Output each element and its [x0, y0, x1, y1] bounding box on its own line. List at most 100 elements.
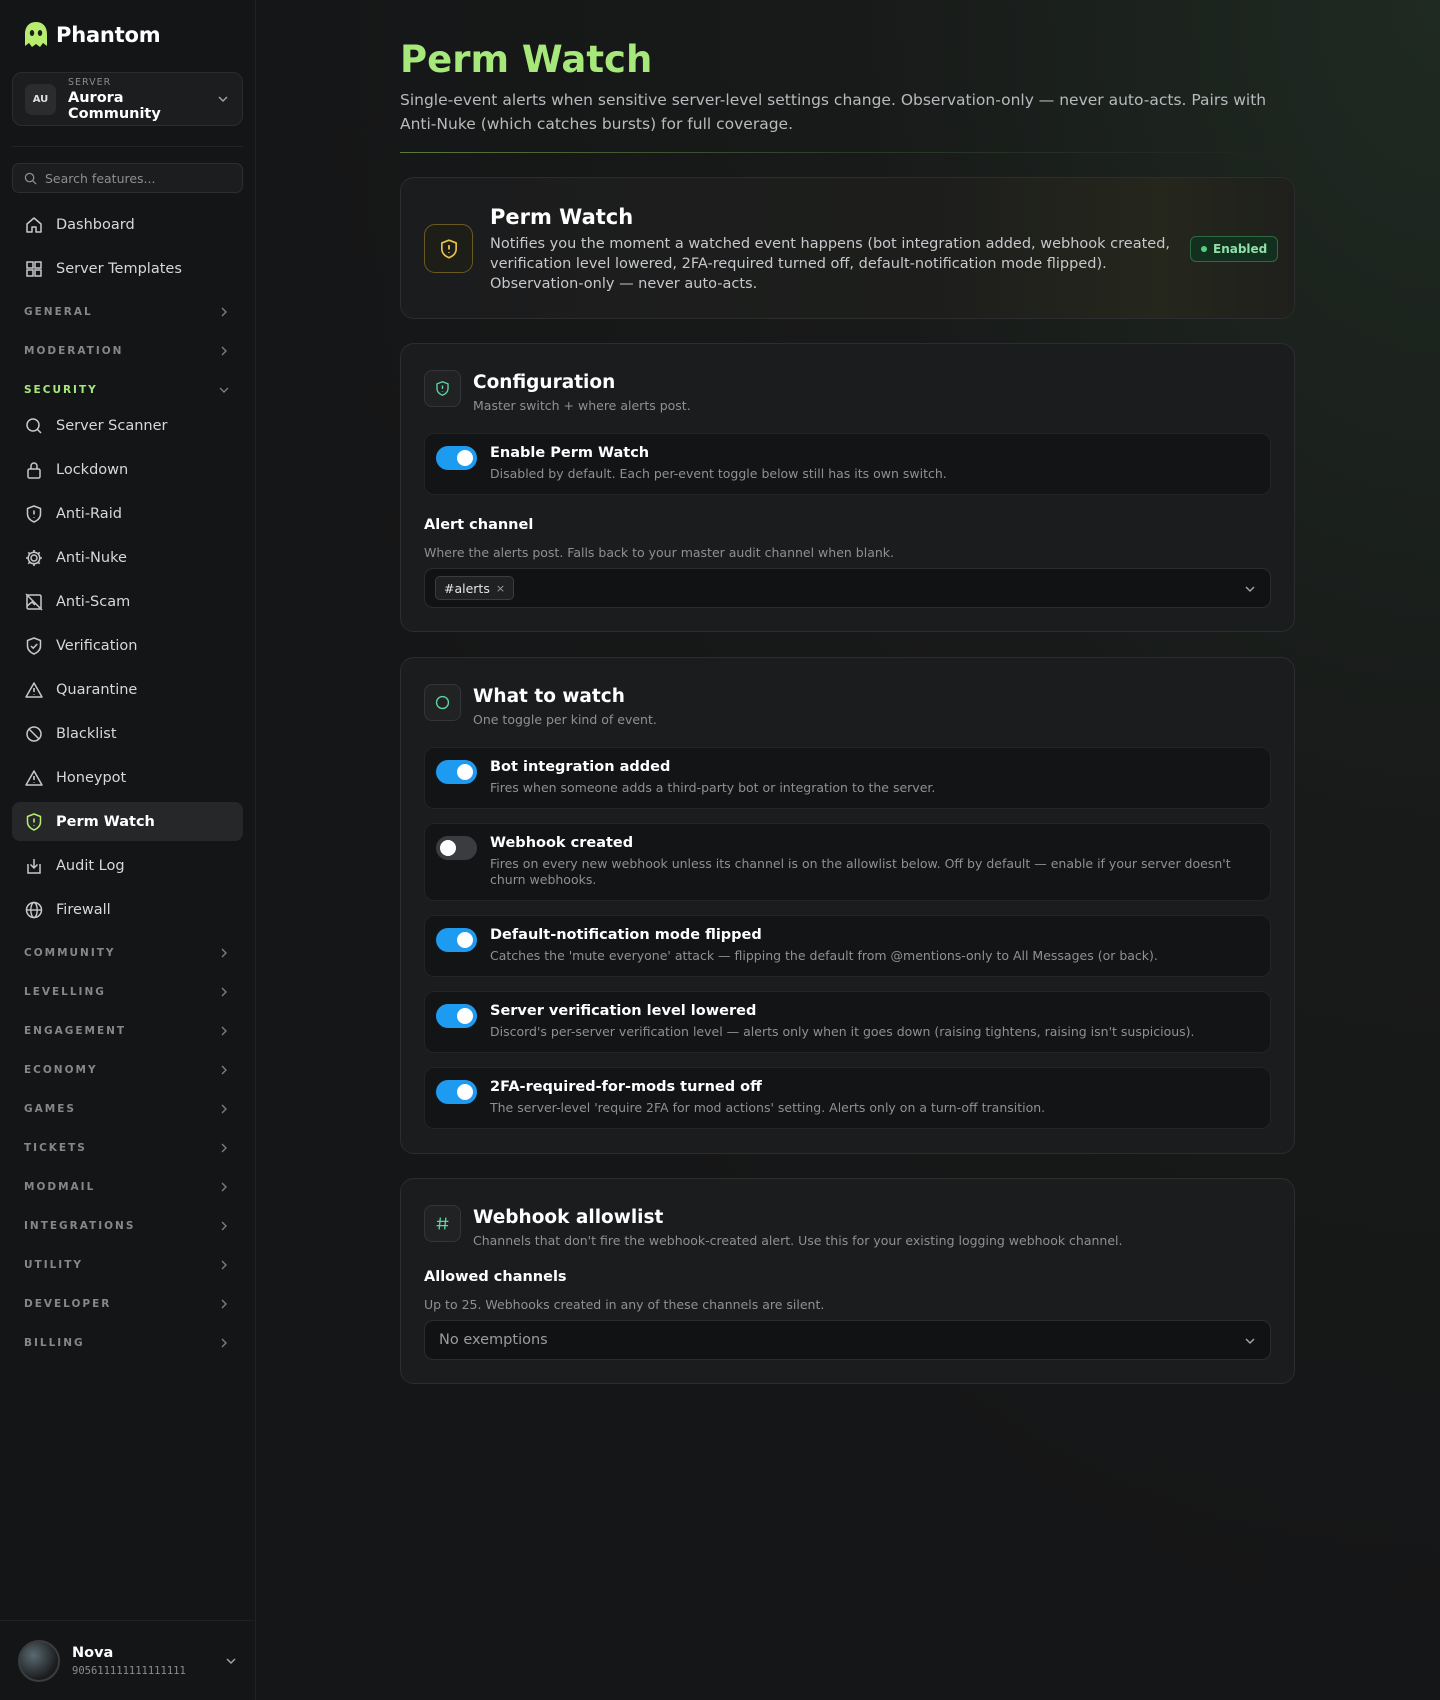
main-content: Perm Watch Single-event alerts when sens… [256, 0, 1440, 1700]
section-community[interactable]: COMMUNITY [24, 943, 231, 963]
section-label: COMMUNITY [24, 947, 116, 959]
section-tickets[interactable]: TICKETS [24, 1138, 231, 1158]
section-modmail[interactable]: MODMAIL [24, 1177, 231, 1197]
toggle-title: Server verification level lowered [490, 1003, 757, 1019]
status-dot [1201, 246, 1207, 252]
nav-item-perm-watch[interactable]: Perm Watch [12, 802, 243, 841]
sidebar-divider [12, 146, 243, 147]
toggle-knob [457, 764, 473, 780]
toggle-description: Catches the 'mute everyone' attack — fli… [490, 948, 1158, 963]
allowed-channels-select[interactable]: No exemptions [424, 1320, 1271, 1360]
nav-item-audit-log[interactable]: Audit Log [12, 846, 243, 885]
user-menu[interactable]: Nova 905611111111111111 [0, 1620, 256, 1700]
nav-item-blacklist[interactable]: Blacklist [12, 714, 243, 753]
field-help: Up to 25. Webhooks created in any of the… [424, 1297, 825, 1312]
verification-level-toggle[interactable] [436, 1004, 477, 1028]
nav-label: Firewall [56, 901, 111, 918]
section-engagement[interactable]: ENGAGEMENT [24, 1021, 231, 1041]
default-notification-toggle[interactable] [436, 928, 477, 952]
nav-label: Quarantine [56, 681, 138, 698]
nav-item-honeypot[interactable]: Honeypot [12, 758, 243, 797]
section-integrations[interactable]: INTEGRATIONS [24, 1216, 231, 1236]
home-icon [26, 216, 42, 233]
server-name: Aurora Community [68, 89, 161, 122]
section-title: Webhook allowlist [473, 1207, 664, 1228]
nav-item-verification[interactable]: Verification [12, 626, 243, 665]
nav-item-dashboard[interactable]: Dashboard [12, 205, 243, 244]
nav-item-firewall[interactable]: Firewall [12, 890, 243, 929]
section-label: SECURITY [24, 384, 98, 396]
nav-label: Server Scanner [56, 417, 168, 434]
feature-summary-card: Perm Watch Notifies you the moment a wat… [400, 177, 1295, 319]
section-economy[interactable]: ECONOMY [24, 1060, 231, 1080]
section-label: DEVELOPER [24, 1298, 112, 1310]
feature-search[interactable] [12, 163, 243, 193]
server-selector[interactable]: AU SERVER Aurora Community [12, 72, 243, 126]
chevron-right-icon [221, 987, 227, 997]
toggle-knob [440, 840, 456, 856]
app-logo[interactable]: Phantom [22, 20, 161, 50]
nav-item-quarantine[interactable]: Quarantine [12, 670, 243, 709]
nav-item-lockdown[interactable]: Lockdown [12, 450, 243, 489]
bot-integration-toggle[interactable] [436, 760, 477, 784]
webhook-created-toggle[interactable] [436, 836, 477, 860]
circle-icon [424, 684, 461, 721]
chevron-down-icon [226, 1657, 236, 1664]
user-name: Nova [72, 1644, 114, 1661]
section-label: GENERAL [24, 306, 93, 318]
search-input[interactable] [45, 170, 225, 186]
chevron-right-icon [221, 307, 227, 317]
toggle-title: Bot integration added [490, 759, 671, 775]
nav-label: Perm Watch [56, 813, 155, 830]
section-games[interactable]: GAMES [24, 1099, 231, 1119]
sidebar: Phantom AU SERVER Aurora Community Dashb… [0, 0, 256, 1700]
nav-label: Server Templates [56, 260, 182, 277]
nav-label: Anti-Nuke [56, 549, 127, 566]
section-label: ECONOMY [24, 1064, 98, 1076]
section-subtitle: One toggle per kind of event. [473, 712, 657, 727]
nav-item-server-scanner[interactable]: Server Scanner [12, 406, 243, 445]
enable-perm-watch-toggle[interactable] [436, 446, 477, 470]
section-label: MODMAIL [24, 1181, 96, 1193]
image-off-icon [25, 592, 43, 611]
toggle-title: 2FA-required-for-mods turned off [490, 1079, 762, 1095]
globe-icon [25, 901, 43, 918]
nav-item-anti-scam[interactable]: Anti-Scam [12, 582, 243, 621]
chevron-right-icon [221, 1221, 227, 1231]
shield-alert-icon [424, 370, 461, 407]
section-developer[interactable]: DEVELOPER [24, 1294, 231, 1314]
search-icon [24, 172, 37, 185]
nav-item-anti-raid[interactable]: Anti-Raid [12, 494, 243, 533]
grid-icon [26, 260, 42, 277]
2fa-required-toggle[interactable] [436, 1080, 477, 1104]
nav-label: Dashboard [56, 216, 135, 233]
nav-label: Honeypot [56, 769, 127, 786]
toggle-description: The server-level 'require 2FA for mod ac… [490, 1100, 1046, 1115]
section-general[interactable]: GENERAL [24, 302, 231, 322]
alert-channel-select[interactable]: #alerts × [424, 568, 1271, 608]
section-label: BILLING [24, 1337, 85, 1349]
channel-chip: #alerts × [435, 576, 515, 600]
section-moderation[interactable]: MODERATION [24, 341, 231, 361]
webhook-allowlist-card: Webhook allowlist Channels that don't fi… [400, 1178, 1295, 1384]
page-title: Perm Watch [400, 38, 653, 81]
nav-item-anti-nuke[interactable]: Anti-Nuke [12, 538, 243, 577]
section-label: MODERATION [24, 345, 124, 357]
toggle-title: Webhook created [490, 835, 634, 851]
section-levelling[interactable]: LEVELLING [24, 982, 231, 1002]
chevron-right-icon [221, 1143, 227, 1153]
section-security[interactable]: SECURITY [24, 380, 231, 400]
section-billing[interactable]: BILLING [24, 1333, 231, 1353]
avatar [18, 1639, 60, 1682]
chevron-right-icon [221, 1182, 227, 1192]
enable-perm-watch-row: Enable Perm Watch Disabled by default. E… [424, 433, 1271, 495]
nav-item-server-templates[interactable]: Server Templates [12, 249, 243, 288]
section-label: ENGAGEMENT [24, 1025, 127, 1037]
close-icon[interactable]: × [496, 582, 505, 595]
section-label: TICKETS [24, 1142, 87, 1154]
nav-label: Anti-Raid [56, 505, 122, 522]
watch-row-2fa-required: 2FA-required-for-mods turned off The ser… [424, 1067, 1271, 1129]
section-utility[interactable]: UTILITY [24, 1255, 231, 1275]
toggle-description: Fires on every new webhook unless its ch… [490, 856, 1231, 887]
field-label: Alert channel [424, 517, 534, 533]
